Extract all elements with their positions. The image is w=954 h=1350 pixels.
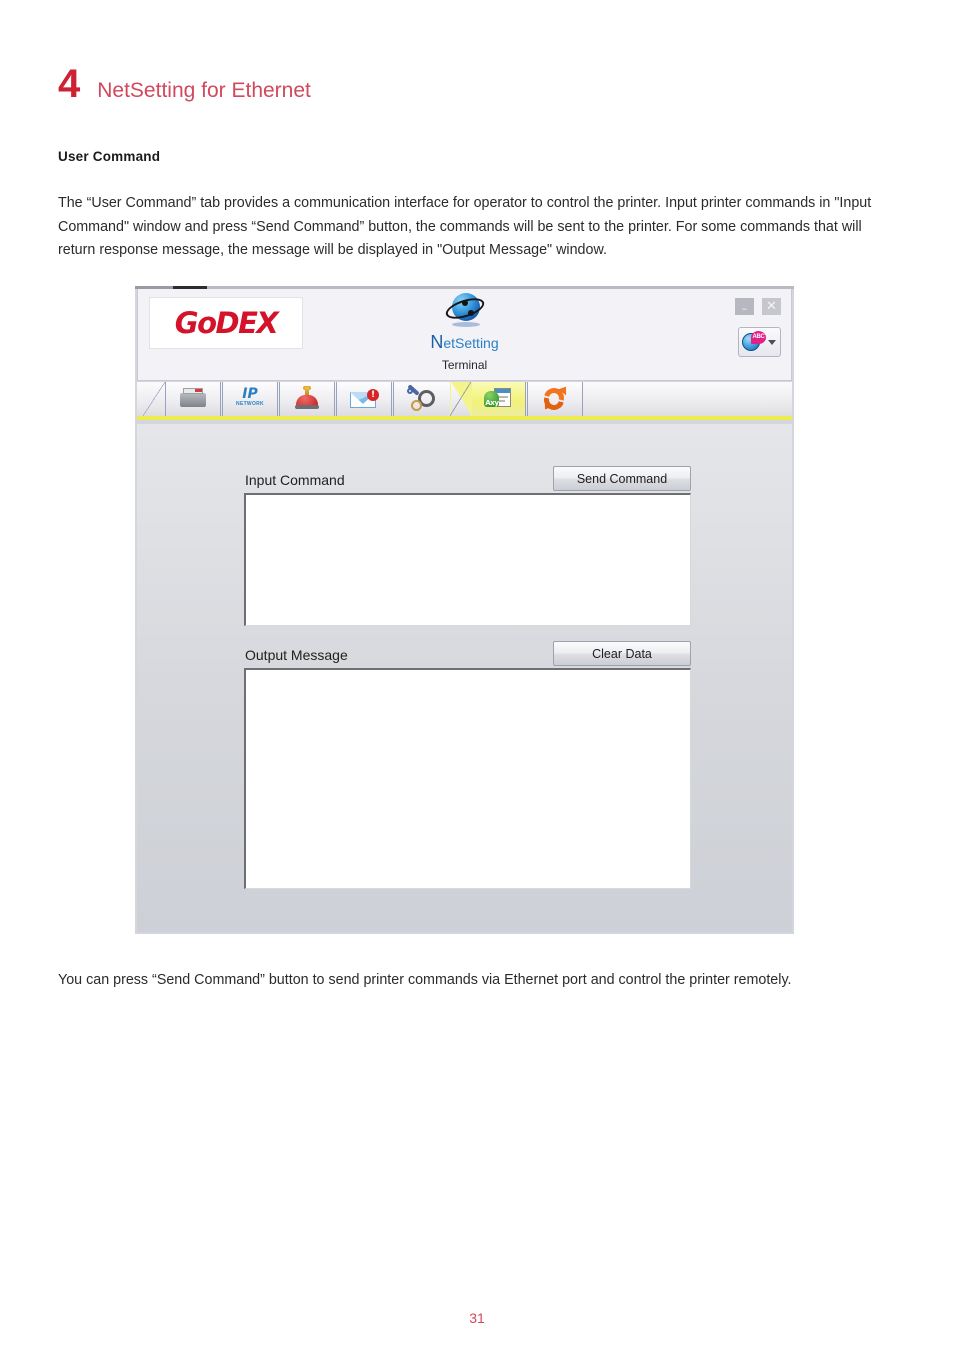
app-header-bar: GoDEX NetSetting Terminal – ✕ ABC <box>137 289 792 381</box>
printer-icon <box>177 386 209 412</box>
tab-strip-slant <box>143 382 165 416</box>
chapter-title: NetSetting for Ethernet <box>97 79 311 102</box>
mail-alert-icon: ! <box>348 386 380 412</box>
refresh-icon <box>539 383 571 414</box>
page-number: 31 <box>469 1310 485 1326</box>
output-message-label: Output Message <box>245 647 348 663</box>
command-icon-label: Axy <box>485 399 499 407</box>
network-label: NETWORK <box>236 401 264 407</box>
screen-name: Terminal <box>441 358 488 372</box>
output-message-textarea[interactable] <box>244 668 691 889</box>
netsetting-globe-icon <box>442 291 487 331</box>
wrench-gears-icon <box>406 384 438 412</box>
send-command-button[interactable]: Send Command <box>553 466 691 491</box>
tab-mail[interactable]: ! <box>336 382 392 416</box>
ip-label: IP <box>242 386 258 402</box>
tab-tools[interactable] <box>393 382 449 416</box>
alarm-icon <box>291 386 323 412</box>
tab-refresh[interactable] <box>527 382 583 416</box>
mail-badge: ! <box>367 389 379 401</box>
input-command-label: Input Command <box>245 472 345 488</box>
user-command-icon: Axy <box>482 386 514 412</box>
clear-data-button[interactable]: Clear Data <box>553 641 691 666</box>
close-button[interactable]: ✕ <box>762 298 781 315</box>
chapter-number: 4 <box>58 62 80 106</box>
language-badge: ABC <box>751 331 766 344</box>
tab-strip: IP NETWORK ! Axy <box>137 382 792 420</box>
tab-printer[interactable] <box>165 382 221 416</box>
netsetting-branding: NetSetting Terminal <box>138 291 791 372</box>
minimize-button[interactable]: – <box>735 298 754 315</box>
chevron-down-icon <box>768 339 776 345</box>
window-controls: – ✕ <box>735 298 781 315</box>
product-name-text: etSetting <box>443 335 499 351</box>
product-name: NetSetting <box>430 332 499 352</box>
netsetting-application-window: GoDEX NetSetting Terminal – ✕ ABC IP NET… <box>135 286 794 934</box>
tab-network[interactable]: IP NETWORK <box>222 382 278 416</box>
outro-paragraph: You can press “Send Command” button to s… <box>58 972 792 989</box>
globe-abc-icon: ABC <box>742 331 766 353</box>
ip-network-icon: IP NETWORK <box>234 386 266 412</box>
tab-alert[interactable] <box>279 382 335 416</box>
language-selector-button[interactable]: ABC <box>738 327 781 357</box>
tab-user-command[interactable]: Axy <box>450 382 526 416</box>
user-command-panel: Input Command Send Command Output Messag… <box>137 424 792 932</box>
page-header: 4 NetSetting for Ethernet <box>58 64 311 104</box>
input-command-textarea[interactable] <box>244 493 691 626</box>
intro-paragraph: The “User Command” tab provides a commun… <box>58 195 872 259</box>
section-heading: User Command <box>58 149 161 164</box>
